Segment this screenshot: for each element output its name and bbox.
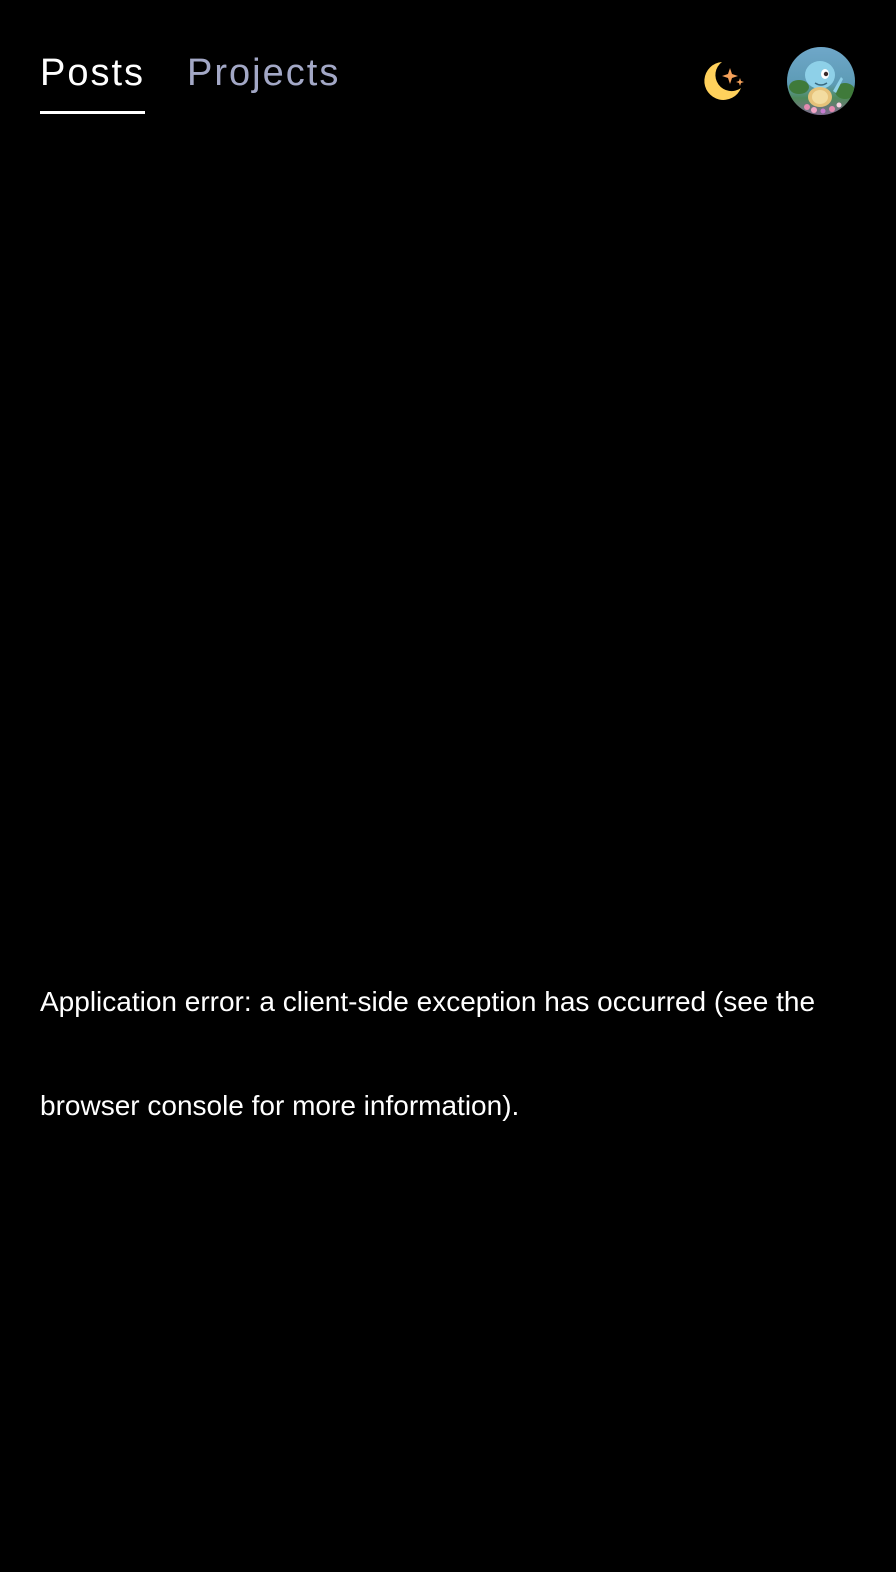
tab-posts[interactable]: Posts [40, 48, 146, 114]
moon-sparkle-icon [704, 62, 744, 100]
main-nav: Posts Projects [40, 48, 340, 114]
site-header: Posts Projects [0, 0, 896, 130]
avatar-image [787, 47, 855, 115]
tab-projects[interactable]: Projects [187, 48, 340, 114]
avatar[interactable] [787, 47, 855, 115]
theme-toggle-button[interactable] [700, 58, 748, 106]
error-message: Application error: a client-side excepti… [40, 986, 816, 1121]
